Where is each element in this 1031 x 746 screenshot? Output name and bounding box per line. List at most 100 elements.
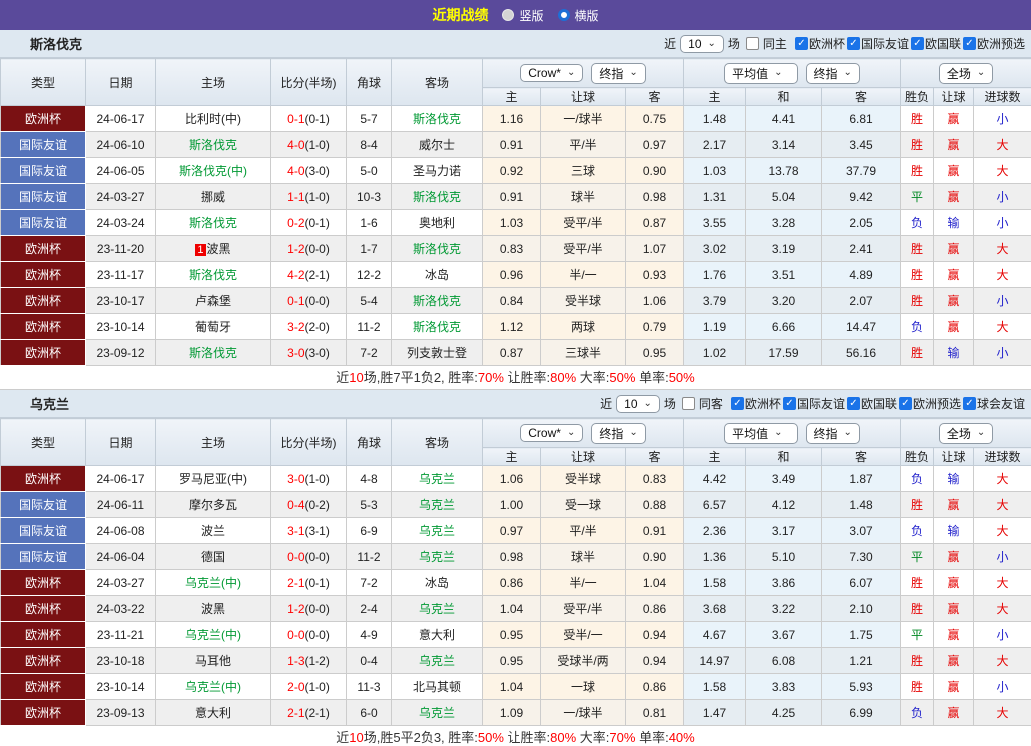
avg-home-odds: 1.48 bbox=[683, 105, 746, 132]
away-team[interactable]: 冰岛 bbox=[391, 569, 483, 596]
average-final-select[interactable]: 终指 ⌄ bbox=[805, 62, 860, 84]
home-team[interactable]: 意大利 bbox=[155, 699, 271, 726]
match-date: 24-03-24 bbox=[85, 209, 156, 236]
average-final-select[interactable]: 终指 ⌄ bbox=[805, 422, 860, 444]
match-row: 欧洲杯 23-09-13 意大利 2-1(2-1) 6-0 乌克兰 1.09 一/球半 0.81… bbox=[0, 699, 1031, 726]
match-date: 23-10-17 bbox=[85, 287, 156, 314]
handicap-line: 受半/一 bbox=[540, 621, 626, 648]
avg-draw-odds: 5.04 bbox=[745, 183, 822, 210]
competition-label: 球会友谊 bbox=[976, 397, 1025, 411]
competition-checkbox[interactable]: ✓ 国际友谊 bbox=[846, 35, 909, 52]
away-team[interactable]: 乌克兰 bbox=[391, 491, 483, 518]
crow-home-odds: 0.98 bbox=[482, 543, 541, 570]
match-count-select[interactable]: 10 ⌄ bbox=[616, 394, 660, 413]
home-team[interactable]: 挪威 bbox=[155, 183, 271, 210]
avg-home-odds: 1.58 bbox=[683, 569, 746, 596]
home-team[interactable]: 葡萄牙 bbox=[155, 313, 271, 340]
away-team[interactable]: 斯洛伐克 bbox=[391, 105, 483, 132]
home-team[interactable]: 斯洛伐克(中) bbox=[155, 157, 271, 184]
away-team[interactable]: 斯洛伐克 bbox=[391, 287, 483, 314]
same-away-checkbox[interactable]: 同客 bbox=[681, 395, 723, 412]
away-team[interactable]: 圣马力诺 bbox=[391, 157, 483, 184]
home-team[interactable]: 斯洛伐克 bbox=[155, 261, 271, 288]
avg-draw-odds: 3.83 bbox=[745, 673, 822, 700]
home-team[interactable]: 摩尔多瓦 bbox=[155, 491, 271, 518]
radio-icon bbox=[502, 9, 515, 21]
match-type: 国际友谊 bbox=[0, 183, 86, 210]
away-team[interactable]: 斯洛伐克 bbox=[391, 235, 483, 262]
odds-final-select[interactable]: 终指 ⌄ bbox=[591, 422, 646, 444]
competition-checkbox[interactable]: ✓ 欧洲预选 bbox=[962, 35, 1025, 52]
same-home-checkbox[interactable]: 同主 bbox=[745, 35, 787, 52]
match-row: 欧洲杯 23-10-14 葡萄牙 3-2(2-0) 11-2 斯洛伐克 1.12 两球 0.79… bbox=[0, 313, 1031, 340]
layout-vertical-radio[interactable]: 竖版 bbox=[502, 7, 544, 24]
away-team[interactable]: 奥地利 bbox=[391, 209, 483, 236]
away-team[interactable]: 乌克兰 bbox=[391, 517, 483, 544]
bookmaker-select[interactable]: Crow* ⌄ bbox=[520, 424, 584, 442]
away-team[interactable]: 意大利 bbox=[391, 621, 483, 648]
bookmaker-select[interactable]: Crow* ⌄ bbox=[520, 64, 584, 82]
avg-home-odds: 2.17 bbox=[683, 131, 746, 158]
home-team[interactable]: 比利时(中) bbox=[155, 105, 271, 132]
away-team[interactable]: 列支敦士登 bbox=[391, 339, 483, 366]
home-team[interactable]: 斯洛伐克 bbox=[155, 209, 271, 236]
competition-checkbox[interactable]: ✓ 欧国联 bbox=[846, 395, 897, 412]
period-select[interactable]: 全场 ⌄ bbox=[938, 422, 994, 444]
competition-checkbox[interactable]: ✓ 欧洲杯 bbox=[730, 395, 781, 412]
home-team[interactable]: 波黑 bbox=[155, 595, 271, 622]
home-team[interactable]: 乌克兰(中) bbox=[155, 673, 271, 700]
home-team[interactable]: 马耳他 bbox=[155, 647, 271, 674]
match-count-select[interactable]: 10 ⌄ bbox=[680, 34, 724, 53]
competition-checkbox[interactable]: ✓ 欧洲预选 bbox=[898, 395, 961, 412]
avg-home-odds: 4.42 bbox=[683, 465, 746, 492]
average-select[interactable]: 平均值 ⌄ bbox=[724, 422, 798, 444]
avg-away-odds: 1.21 bbox=[820, 647, 902, 674]
home-team[interactable]: 斯洛伐克 bbox=[155, 339, 271, 366]
away-team[interactable]: 乌克兰 bbox=[391, 465, 483, 492]
competition-checkbox[interactable]: ✓ 球会友谊 bbox=[962, 395, 1025, 412]
team-section-ukraine: 乌克兰 近 10 ⌄ 场 同客 ✓ 欧洲杯 ✓ 国际友谊 ✓ 欧国联 ✓ 欧洲预选 ✓ 球会友谊 … bbox=[0, 390, 1031, 746]
match-type: 欧洲杯 bbox=[0, 339, 86, 366]
result-outcome: 负 bbox=[900, 517, 935, 544]
away-team[interactable]: 斯洛伐克 bbox=[391, 183, 483, 210]
competition-checkbox[interactable]: ✓ 国际友谊 bbox=[782, 395, 845, 412]
home-team[interactable]: 1 波黑 bbox=[155, 235, 271, 262]
average-select[interactable]: 平均值 ⌄ bbox=[724, 62, 798, 84]
competition-checkbox[interactable]: ✓ 欧洲杯 bbox=[794, 35, 845, 52]
away-team[interactable]: 威尔士 bbox=[391, 131, 483, 158]
sub-header-handicap-result: 让球 bbox=[933, 87, 975, 106]
team-section-header: 乌克兰 近 10 ⌄ 场 同客 ✓ 欧洲杯 ✓ 国际友谊 ✓ 欧国联 ✓ 欧洲预选 ✓ 球会友谊 bbox=[0, 390, 1031, 418]
away-team[interactable]: 冰岛 bbox=[391, 261, 483, 288]
layout-horizontal-radio[interactable]: 横版 bbox=[557, 7, 599, 24]
home-team[interactable]: 波兰 bbox=[155, 517, 271, 544]
away-team[interactable]: 乌克兰 bbox=[391, 543, 483, 570]
handicap-line: 受一球 bbox=[540, 491, 626, 518]
match-type: 欧洲杯 bbox=[0, 105, 86, 132]
away-team[interactable]: 北马其顿 bbox=[391, 673, 483, 700]
odds-final-select[interactable]: 终指 ⌄ bbox=[591, 62, 646, 84]
record-summary: 近10场,胜5平2负3, 胜率:50% 让胜率:80% 大率:70% 单率:40… bbox=[0, 726, 1031, 746]
home-team[interactable]: 乌克兰(中) bbox=[155, 569, 271, 596]
period-select[interactable]: 全场 ⌄ bbox=[938, 62, 994, 84]
match-score: 1-2(0-0) bbox=[270, 595, 347, 622]
corner-count: 4-8 bbox=[346, 465, 392, 492]
away-team[interactable]: 乌克兰 bbox=[391, 647, 483, 674]
away-team[interactable]: 乌克兰 bbox=[391, 595, 483, 622]
home-team[interactable]: 罗马尼亚(中) bbox=[155, 465, 271, 492]
home-team[interactable]: 乌克兰(中) bbox=[155, 621, 271, 648]
competition-checkbox[interactable]: ✓ 欧国联 bbox=[910, 35, 961, 52]
handicap-line: 三球 bbox=[540, 157, 626, 184]
result-handicap: 赢 bbox=[933, 313, 975, 340]
home-team[interactable]: 德国 bbox=[155, 543, 271, 570]
away-team[interactable]: 乌克兰 bbox=[391, 699, 483, 726]
away-team[interactable]: 斯洛伐克 bbox=[391, 313, 483, 340]
avg-away-odds: 2.07 bbox=[820, 287, 902, 314]
result-goals: 大 bbox=[973, 569, 1031, 596]
chevron-down-icon: ⌄ bbox=[976, 67, 986, 78]
handicap-line: 受平/半 bbox=[540, 595, 626, 622]
avg-draw-odds: 4.25 bbox=[745, 699, 822, 726]
home-team[interactable]: 斯洛伐克 bbox=[155, 131, 271, 158]
home-team[interactable]: 卢森堡 bbox=[155, 287, 271, 314]
crow-home-odds: 0.87 bbox=[482, 339, 541, 366]
match-row: 欧洲杯 24-03-27 乌克兰(中) 2-1(0-1) 7-2 冰岛 0.86 半/一 1.0… bbox=[0, 569, 1031, 596]
